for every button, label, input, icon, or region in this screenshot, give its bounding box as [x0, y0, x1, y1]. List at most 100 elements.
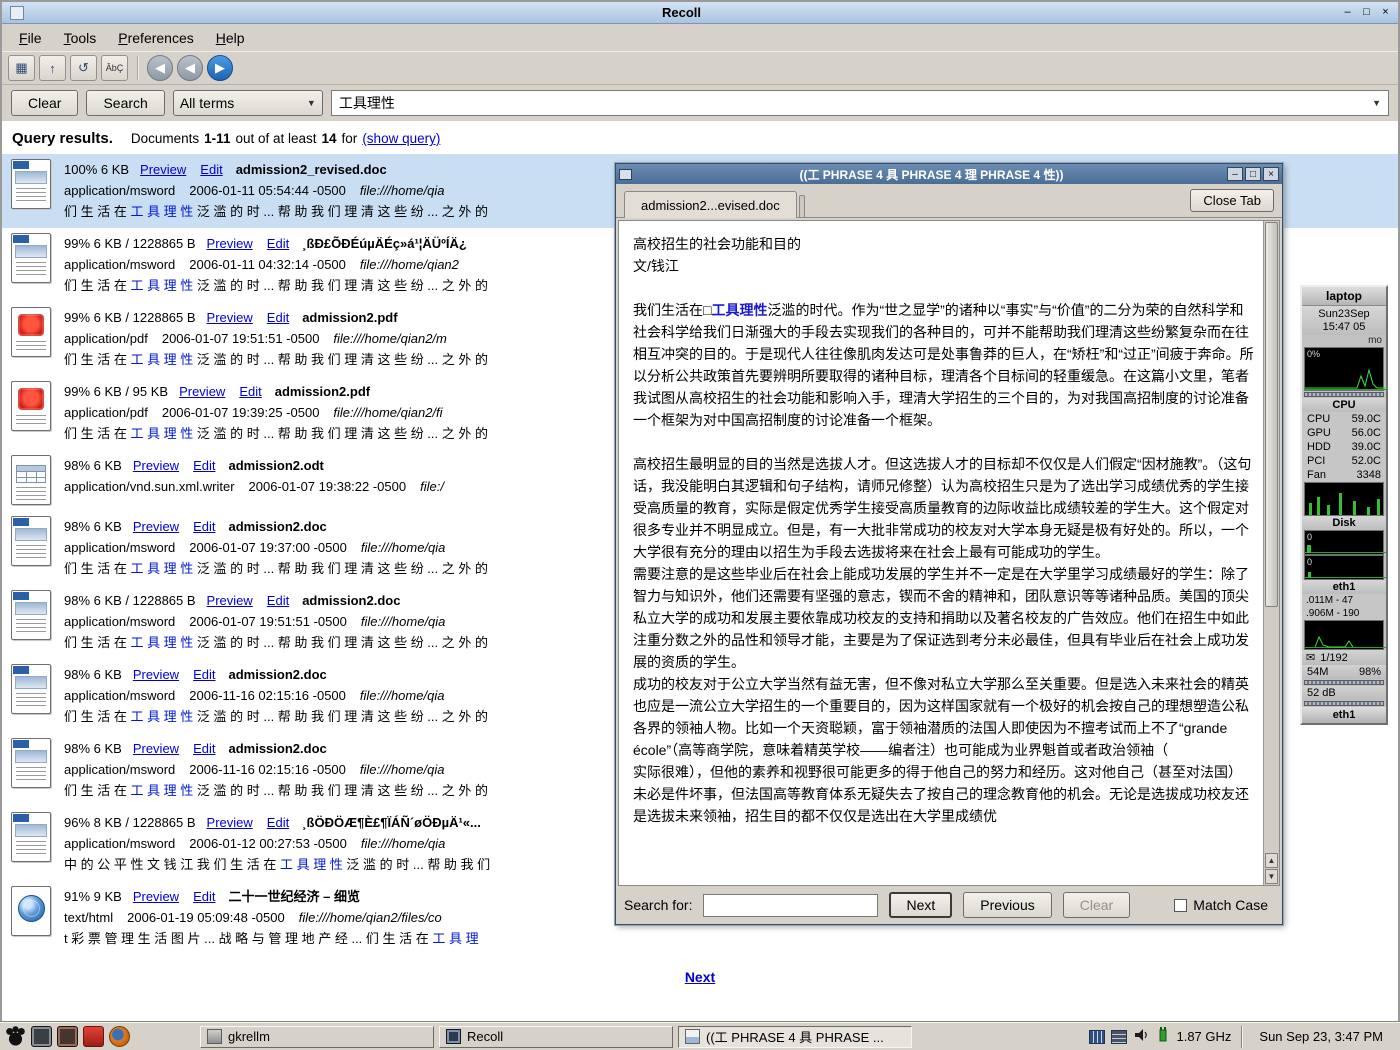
preview-link[interactable]: Preview: [207, 815, 253, 830]
query-details-icon[interactable]: ▦: [8, 55, 35, 81]
close-tab-button[interactable]: Close Tab: [1190, 189, 1274, 212]
result-relevance-size: 98% 6 KB: [64, 667, 122, 682]
doc-file-icon: [11, 233, 51, 283]
search-query-value: 工具理性: [339, 93, 395, 113]
preview-link[interactable]: Preview: [133, 519, 179, 534]
result-details: application/msword2006-01-07 19:37:00 -0…: [64, 537, 488, 558]
firefox-launcher-icon[interactable]: [109, 1026, 130, 1047]
taskbar-task-preview[interactable]: ((工 PHRASE 4 具 PHRASE ...: [678, 1026, 912, 1048]
doc-file-icon: [11, 664, 51, 714]
find-next-button[interactable]: Next: [889, 892, 952, 918]
edit-link[interactable]: Edit: [193, 519, 215, 534]
titlebar[interactable]: Recoll – □ ×: [2, 2, 1398, 24]
gkrellm-corner-label: mo: [1302, 335, 1386, 347]
preview-link[interactable]: Preview: [133, 458, 179, 473]
preview-minimize-icon[interactable]: –: [1227, 167, 1243, 181]
result-snippet: 们 生 活 在 工 具 理 性 泛 滥 的 时 ... 帮 助 我 们 理 清 …: [64, 780, 488, 801]
keyboard-layout-icon[interactable]: [1089, 1030, 1105, 1044]
scroll-down-icon[interactable]: ▼: [1265, 869, 1278, 884]
net-chart: [1304, 620, 1384, 650]
preview-link[interactable]: Preview: [133, 667, 179, 682]
result-filename: admission2.pdf: [275, 384, 370, 399]
doc-file-icon: [11, 738, 51, 788]
menu-file[interactable]: File: [10, 26, 51, 50]
edit-link[interactable]: Edit: [193, 667, 215, 682]
search-input[interactable]: 工具理性 ▼: [331, 90, 1389, 116]
gkrellm-temps: CPU59.0CGPU56.0CHDD39.0CPCI52.0CFan3348: [1302, 412, 1386, 482]
pdf-file-icon: [11, 381, 51, 431]
preview-maximize-icon[interactable]: □: [1245, 167, 1261, 181]
task-label: ((工 PHRASE 4 具 PHRASE ...: [706, 1027, 884, 1046]
display-settings-icon[interactable]: [1111, 1030, 1127, 1044]
gkrellm-monitor: laptop Sun23Sep 15:47 05 mo 0% CPU CPU59…: [1300, 285, 1388, 725]
result-details: text/html2006-01-19 05:09:48 -0500file:/…: [64, 907, 479, 928]
edit-link[interactable]: Edit: [267, 593, 289, 608]
minimize-icon[interactable]: –: [1339, 5, 1356, 21]
memory-percent: 98%: [1359, 666, 1381, 678]
preview-link[interactable]: Preview: [207, 236, 253, 251]
term-explorer-icon[interactable]: ÂbÇ: [101, 55, 128, 81]
preview-link[interactable]: Preview: [207, 593, 253, 608]
system-tray: 1.87 GHz Sun Sep 23, 3:47 PM: [1089, 1026, 1395, 1048]
first-page-icon[interactable]: ◀: [147, 55, 173, 81]
result-filename: admission2.doc: [228, 519, 326, 534]
menu-tools[interactable]: Tools: [55, 26, 106, 50]
preview-paragraph: 成功的校友对于公立大学当然有益无害，但不像对私立大学那么至关重要。但是选入未来社…: [633, 673, 1255, 761]
maximize-icon[interactable]: □: [1358, 5, 1375, 21]
edit-link[interactable]: Edit: [193, 458, 215, 473]
edit-link[interactable]: Edit: [267, 815, 289, 830]
find-previous-button[interactable]: Previous: [963, 892, 1051, 918]
preview-close-icon[interactable]: ×: [1263, 167, 1279, 181]
result-details: application/msword2006-01-07 19:51:51 -0…: [64, 611, 488, 632]
preview-paragraph: 文/钱江: [633, 255, 1255, 277]
preview-link[interactable]: Preview: [133, 889, 179, 904]
app-menu-icon[interactable]: [5, 1026, 26, 1047]
show-query-link[interactable]: (show query): [362, 131, 440, 146]
menu-help[interactable]: Help: [207, 26, 254, 50]
edit-link[interactable]: Edit: [193, 889, 215, 904]
preview-link[interactable]: Preview: [207, 310, 253, 325]
next-page-icon[interactable]: ▶: [207, 55, 233, 81]
find-input[interactable]: [703, 894, 878, 917]
result-relevance-size: 99% 6 KB / 1228865 B: [64, 236, 196, 251]
taskbar-task-gkrellm[interactable]: gkrellm: [200, 1026, 434, 1048]
menu-preferences[interactable]: Preferences: [109, 26, 203, 50]
edit-link[interactable]: Edit: [267, 236, 289, 251]
edit-link[interactable]: Edit: [239, 384, 261, 399]
edit-link[interactable]: Edit: [193, 741, 215, 756]
disk-read-chart: 0: [1304, 530, 1384, 555]
terminal2-launcher-icon[interactable]: [57, 1026, 78, 1047]
history-dropdown-icon[interactable]: ▼: [1372, 98, 1381, 108]
next-page-link[interactable]: Next: [685, 969, 715, 985]
highlighted-term: 工 具 理 性: [130, 635, 193, 650]
editor-launcher-icon[interactable]: [83, 1026, 104, 1047]
close-icon[interactable]: ×: [1377, 5, 1394, 21]
clear-button[interactable]: Clear: [11, 90, 78, 116]
scrollbar-thumb[interactable]: [1265, 222, 1278, 607]
disk-section-label: Disk: [1302, 516, 1386, 530]
search-mode-combo[interactable]: All terms ▼: [173, 90, 323, 116]
scroll-up-icon[interactable]: ▲: [1265, 853, 1278, 868]
taskbar-task-recoll[interactable]: Recoll: [439, 1026, 673, 1048]
temp-chart: [1304, 482, 1384, 516]
prev-page-icon[interactable]: ◀: [177, 55, 203, 81]
preview-tab[interactable]: admission2...evised.doc: [624, 191, 797, 218]
sensor-row: HDD39.0C: [1302, 440, 1386, 454]
speaker-icon[interactable]: [1133, 1027, 1150, 1046]
match-case-checkbox[interactable]: [1174, 899, 1187, 912]
doc-file-icon: [11, 159, 51, 209]
battery-icon[interactable]: [1156, 1027, 1170, 1046]
highlighted-term: 工 具 理 性: [130, 561, 193, 576]
terminal-launcher-icon[interactable]: [31, 1026, 52, 1047]
sort-icon[interactable]: ↑: [39, 55, 66, 81]
edit-link[interactable]: Edit: [200, 162, 222, 177]
preview-scrollbar[interactable]: ▲ ▼: [1263, 221, 1279, 885]
search-button[interactable]: Search: [86, 90, 164, 116]
result-relevance-size: 100% 6 KB: [64, 162, 129, 177]
preview-link[interactable]: Preview: [140, 162, 186, 177]
history-icon[interactable]: ↺: [70, 55, 97, 81]
edit-link[interactable]: Edit: [267, 310, 289, 325]
preview-titlebar[interactable]: ((工 PHRASE 4 具 PHRASE 4 理 PHRASE 4 性)) –…: [616, 164, 1282, 184]
preview-link[interactable]: Preview: [179, 384, 225, 399]
preview-link[interactable]: Preview: [133, 741, 179, 756]
